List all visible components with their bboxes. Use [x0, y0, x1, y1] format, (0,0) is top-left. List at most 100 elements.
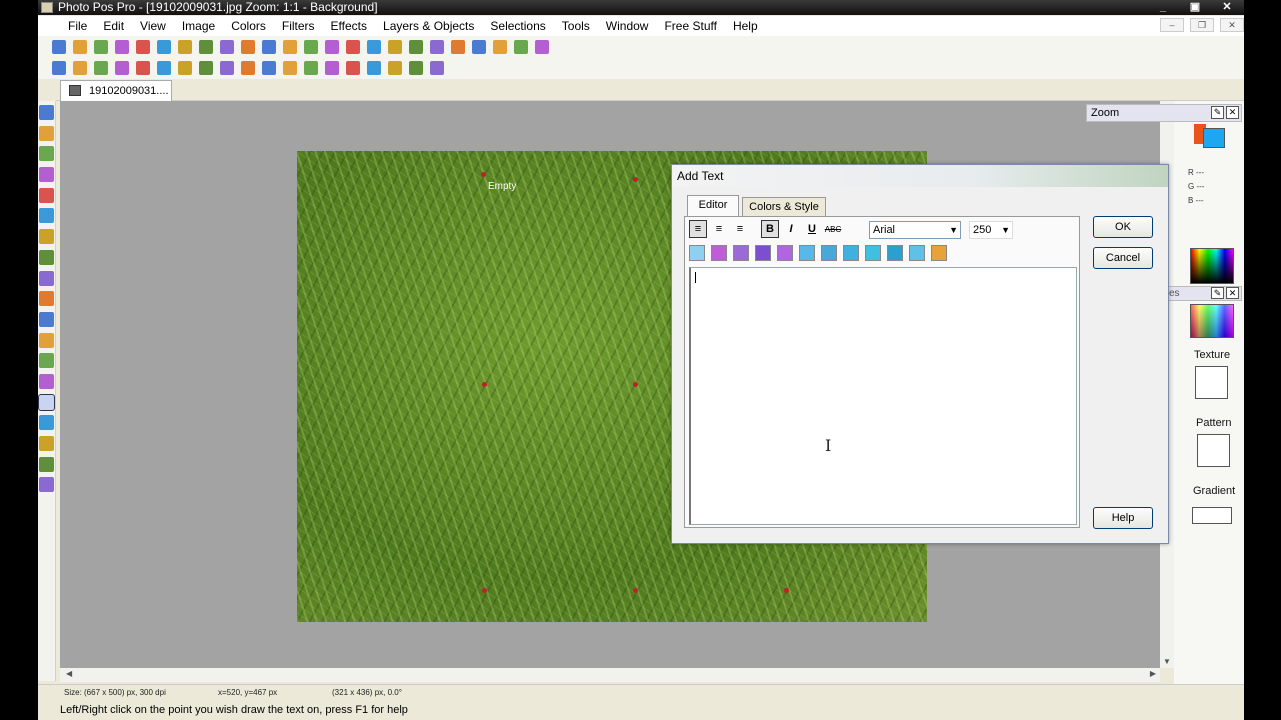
tab-colors-style[interactable]: Colors & Style [742, 197, 826, 217]
text-input[interactable]: I [689, 267, 1077, 525]
shape-icon[interactable] [39, 415, 54, 431]
dialog-title-bar[interactable]: Add Text [672, 165, 1168, 187]
clone-icon[interactable] [39, 208, 54, 224]
save-icon[interactable] [113, 38, 131, 56]
brush-icon[interactable] [39, 249, 54, 265]
plant-icon[interactable] [344, 59, 362, 77]
underline-button[interactable]: U [803, 220, 821, 238]
panel-close-icon[interactable]: ✕ [1226, 106, 1239, 119]
text-handle-marker[interactable] [482, 588, 487, 593]
paste-icon[interactable] [281, 38, 299, 56]
text-handle-marker[interactable] [633, 588, 638, 593]
palette-panel-header[interactable]: es ✎ ✕ [1166, 286, 1242, 301]
save-as-icon[interactable] [134, 38, 152, 56]
text-effect-swatch[interactable] [711, 245, 727, 261]
menu-filters[interactable]: Filters [274, 19, 323, 33]
document-tab[interactable]: 19102009031.... [60, 80, 172, 101]
browse-icon[interactable] [92, 38, 110, 56]
text-effect-swatch[interactable] [865, 245, 881, 261]
redo-icon[interactable] [218, 38, 236, 56]
picture-icon[interactable] [365, 59, 383, 77]
color-spectrum[interactable] [1190, 248, 1234, 284]
scan-icon[interactable] [176, 38, 194, 56]
color-picker-spectrum[interactable] [1190, 304, 1234, 338]
ok-button[interactable]: OK [1093, 216, 1153, 238]
retouch-icon[interactable] [260, 59, 278, 77]
pin-icon[interactable]: ✎ [1211, 106, 1224, 119]
minimize-button[interactable]: _ [1152, 0, 1174, 15]
menu-edit[interactable]: Edit [95, 19, 132, 33]
menu-window[interactable]: Window [598, 19, 657, 33]
maximize-button[interactable]: ▣ [1184, 0, 1206, 15]
clipboard-icon[interactable] [344, 38, 362, 56]
panel-close-icon[interactable]: ✕ [1226, 287, 1239, 299]
menu-tools[interactable]: Tools [554, 19, 598, 33]
rotate-icon[interactable] [491, 38, 509, 56]
cancel-button[interactable]: Cancel [1093, 247, 1153, 269]
flip-v-icon[interactable] [113, 59, 131, 77]
zoom-panel-header[interactable]: Zoom ✎ ✕ [1086, 104, 1242, 122]
layers-icon[interactable] [470, 38, 488, 56]
text-handle-marker[interactable] [482, 382, 487, 387]
levels-icon[interactable] [155, 59, 173, 77]
rotate-left-icon[interactable] [50, 59, 68, 77]
pencil-icon[interactable] [533, 38, 551, 56]
menu-selections[interactable]: Selections [482, 19, 553, 33]
text-effect-swatch[interactable] [887, 245, 903, 261]
text-handle-marker[interactable] [481, 172, 486, 177]
gradient-icon[interactable] [39, 477, 54, 493]
close-button[interactable]: ✕ [1216, 0, 1238, 15]
select-all-icon[interactable] [428, 38, 446, 56]
color-icon[interactable] [302, 59, 320, 77]
blur-icon[interactable] [39, 332, 54, 348]
menu-effects[interactable]: Effects [323, 19, 375, 33]
wand-icon[interactable] [407, 59, 425, 77]
background-color-swatch[interactable] [1203, 128, 1225, 148]
menu-view[interactable]: View [132, 19, 174, 33]
texture-swatch[interactable] [1195, 366, 1228, 399]
stamp-icon[interactable] [39, 311, 54, 327]
adjust-icon[interactable] [134, 59, 152, 77]
strikethrough-button[interactable]: ABC [824, 220, 842, 238]
open-icon[interactable] [71, 38, 89, 56]
text-handle-marker[interactable] [633, 382, 638, 387]
print-icon[interactable] [155, 38, 173, 56]
lasso-icon[interactable] [39, 167, 54, 183]
smudge-icon[interactable] [39, 291, 54, 307]
transform-icon[interactable] [449, 38, 467, 56]
menu-file[interactable]: File [60, 19, 95, 33]
move-icon[interactable] [39, 105, 54, 120]
mdi-close-button[interactable]: ✕ [1220, 18, 1244, 32]
fill-icon[interactable] [39, 373, 54, 389]
copy-icon[interactable] [260, 38, 278, 56]
zoom-icon[interactable] [39, 125, 54, 141]
paste-layer-icon[interactable] [323, 38, 341, 56]
italic-button[interactable]: I [782, 220, 800, 238]
window-icon[interactable] [512, 38, 530, 56]
new-icon[interactable] [50, 38, 68, 56]
screen-icon[interactable] [365, 38, 383, 56]
tab-editor[interactable]: Editor [687, 195, 739, 218]
star-icon[interactable] [428, 59, 446, 77]
mdi-restore-button[interactable]: ❐ [1190, 18, 1214, 32]
diamond-icon[interactable] [386, 59, 404, 77]
text-effect-swatch[interactable] [843, 245, 859, 261]
scroll-right-icon[interactable]: ▶ [1150, 669, 1156, 678]
dropper-icon[interactable] [39, 436, 54, 451]
font-size-select[interactable]: 250 ▼ [969, 221, 1013, 239]
filter-icon[interactable] [218, 59, 236, 77]
gradient-swatch[interactable] [1192, 507, 1232, 524]
font-select[interactable]: Arial ▼ [869, 221, 961, 239]
text-handle-marker[interactable] [784, 588, 789, 593]
text-effect-swatch[interactable] [755, 245, 771, 261]
align-left-button[interactable]: ≡ [689, 220, 707, 238]
crop-icon[interactable] [407, 38, 425, 56]
bold-button[interactable]: B [761, 220, 779, 238]
menu-colors[interactable]: Colors [223, 19, 274, 33]
mdi-minimize-button[interactable]: ‒ [1160, 18, 1184, 32]
text-effect-swatch[interactable] [821, 245, 837, 261]
landscape-icon[interactable] [281, 59, 299, 77]
help-button[interactable]: Help [1093, 507, 1153, 529]
flip-h-icon[interactable] [92, 59, 110, 77]
red-eye-icon[interactable] [239, 59, 257, 77]
